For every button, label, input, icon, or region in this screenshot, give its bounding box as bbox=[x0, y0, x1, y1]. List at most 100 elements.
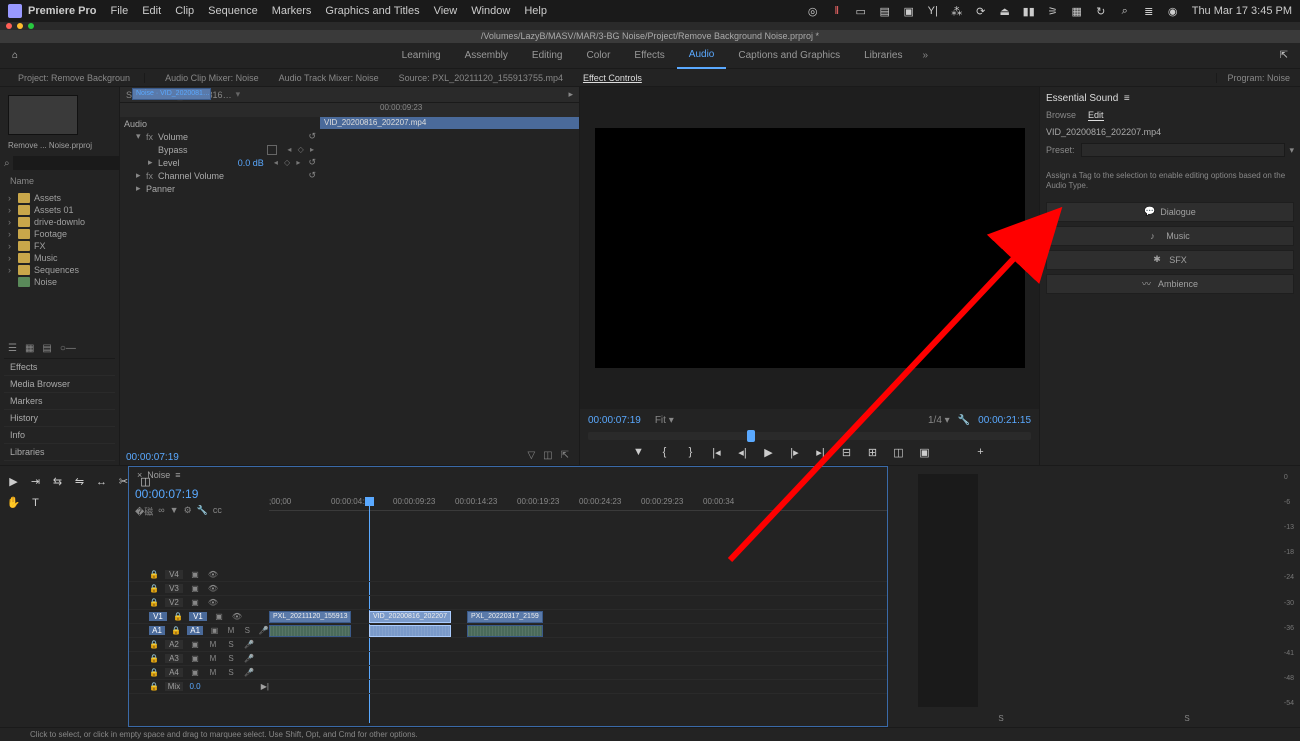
project-thumbnail[interactable] bbox=[8, 95, 78, 135]
minimize-window-button[interactable] bbox=[17, 23, 23, 29]
rolling-edit-tool[interactable]: ⇋ bbox=[72, 474, 87, 489]
bluetooth-icon[interactable]: ⁂ bbox=[950, 5, 964, 18]
project-search-input[interactable] bbox=[13, 156, 138, 170]
comparison-button[interactable]: ▣ bbox=[918, 446, 932, 459]
ec-time-ruler[interactable]: 00:00:09:23 bbox=[320, 103, 579, 117]
menu-view[interactable]: View bbox=[434, 5, 458, 17]
ws-learning[interactable]: Learning bbox=[390, 50, 453, 61]
ec-keyframe-area[interactable]: VID_20200816_202207.mp4 bbox=[320, 117, 579, 465]
prop-bypass[interactable]: Bypass◂ ◇ ▸ bbox=[120, 143, 320, 156]
bin-footage[interactable]: ›Footage bbox=[4, 228, 115, 240]
step-back-button[interactable]: ◂| bbox=[736, 446, 750, 459]
menu-sequence[interactable]: Sequence bbox=[208, 5, 258, 17]
step-forward-button[interactable]: |▸ bbox=[788, 446, 802, 459]
ess-dialogue-button[interactable]: 💬Dialogue bbox=[1046, 202, 1294, 222]
ws-audio[interactable]: Audio bbox=[677, 43, 727, 69]
bin-assets[interactable]: ›Assets bbox=[4, 192, 115, 204]
wrench-icon[interactable]: 🔧 bbox=[958, 415, 970, 426]
tab-audio-clip-mixer[interactable]: Audio Clip Mixer: Noise bbox=[155, 73, 269, 83]
panel-media-browser[interactable]: Media Browser bbox=[4, 376, 115, 393]
menubar-clock[interactable]: Thu Mar 17 3:45 PM bbox=[1192, 5, 1292, 17]
ws-editing[interactable]: Editing bbox=[520, 50, 575, 61]
column-name-header[interactable]: Name bbox=[4, 174, 115, 188]
program-scrubber[interactable] bbox=[588, 432, 1031, 440]
menu-edit[interactable]: Edit bbox=[142, 5, 161, 17]
add-marker-button[interactable]: ▼ bbox=[632, 446, 646, 459]
ws-effects[interactable]: Effects bbox=[622, 50, 676, 61]
button-editor-button[interactable]: + bbox=[974, 446, 988, 459]
lift-button[interactable]: ⊟ bbox=[840, 446, 854, 459]
wrench-icon[interactable]: 🔧 bbox=[197, 505, 208, 518]
track-a3[interactable]: 🔒A3▣MS🎤 bbox=[129, 652, 269, 666]
maximize-window-button[interactable] bbox=[28, 23, 34, 29]
freeform-view-icon[interactable]: ▤ bbox=[42, 343, 51, 354]
ws-libraries[interactable]: Libraries bbox=[852, 50, 914, 61]
yi-icon[interactable]: Y| bbox=[926, 5, 940, 17]
ec-footer-timecode[interactable]: 00:00:07:19 bbox=[126, 452, 179, 463]
prop-volume[interactable]: ▾fxVolume↺ bbox=[120, 130, 320, 143]
quick-export-icon[interactable]: ⇱ bbox=[1280, 50, 1288, 61]
ess-music-button[interactable]: ♪Music bbox=[1046, 226, 1294, 246]
menu-clip[interactable]: Clip bbox=[175, 5, 194, 17]
selection-tool[interactable]: ▶ bbox=[6, 474, 21, 489]
mark-in-button[interactable]: { bbox=[658, 446, 672, 459]
camera-icon[interactable]: ▭ bbox=[854, 5, 868, 18]
bin-assets01[interactable]: ›Assets 01 bbox=[4, 204, 115, 216]
mark-out-button[interactable]: } bbox=[684, 446, 698, 459]
panel-libraries[interactable]: Libraries bbox=[4, 444, 115, 461]
type-tool[interactable]: T bbox=[28, 495, 43, 510]
track-v1[interactable]: V1🔒V1▣👁 bbox=[129, 610, 269, 624]
snap-icon[interactable]: �磁 bbox=[135, 505, 153, 518]
display-icon[interactable]: ▤ bbox=[878, 5, 892, 18]
record-icon[interactable]: ‖ bbox=[830, 5, 844, 17]
marker-icon[interactable]: ▼ bbox=[170, 505, 179, 518]
track-a2[interactable]: 🔒A2▣MS🎤 bbox=[129, 638, 269, 652]
program-tab[interactable]: Program: Noise bbox=[1216, 73, 1300, 83]
track-select-tool[interactable]: ⇥ bbox=[28, 474, 43, 489]
wifi-icon[interactable]: ⚞ bbox=[1046, 5, 1060, 18]
timeline-tab[interactable]: × Noise ≡ bbox=[129, 467, 887, 483]
tab-source[interactable]: Source: PXL_20211120_155913755.mp4 bbox=[389, 73, 573, 83]
ess-tab-browse[interactable]: Browse bbox=[1046, 110, 1076, 121]
prop-channel-volume[interactable]: ▸fxChannel Volume↺ bbox=[120, 169, 320, 182]
zoom-dropdown[interactable]: 1/4 ▾ bbox=[928, 415, 950, 426]
track-mix[interactable]: 🔒Mix0.0▶| bbox=[129, 680, 269, 694]
ws-color[interactable]: Color bbox=[575, 50, 623, 61]
time-ruler[interactable]: ;00;0000:00:04:2300:00:09:2300:00:14:230… bbox=[269, 483, 887, 513]
ws-captions[interactable]: Captions and Graphics bbox=[726, 50, 852, 61]
panel-history[interactable]: History bbox=[4, 410, 115, 427]
program-timecode[interactable]: 00:00:07:19 bbox=[588, 415, 641, 426]
menu-help[interactable]: Help bbox=[524, 5, 547, 17]
clip-2-video[interactable]: VID_20200816_202207 bbox=[369, 611, 451, 623]
go-to-out-button[interactable]: ▸| bbox=[814, 446, 828, 459]
track-a1[interactable]: A1🔒A1▣MS🎤 bbox=[129, 624, 269, 638]
program-canvas[interactable] bbox=[580, 87, 1039, 409]
track-v4[interactable]: 🔒V4▣👁 bbox=[129, 568, 269, 582]
menu-file[interactable]: File bbox=[110, 5, 128, 17]
menu-window[interactable]: Window bbox=[471, 5, 510, 17]
date-icon[interactable]: ▦ bbox=[1070, 5, 1084, 18]
clip-3-video[interactable]: PXL_20220317_2159 bbox=[467, 611, 543, 623]
ess-tab-edit[interactable]: Edit bbox=[1088, 110, 1104, 121]
track-a4[interactable]: 🔒A4▣MS🎤 bbox=[129, 666, 269, 680]
project-tab[interactable]: Project: Remove Backgroun bbox=[8, 73, 145, 83]
clip-2-audio[interactable] bbox=[369, 625, 451, 637]
fit-dropdown[interactable]: Fit ▾ bbox=[655, 415, 674, 426]
ws-assembly[interactable]: Assembly bbox=[453, 50, 520, 61]
menu-graphics[interactable]: Graphics and Titles bbox=[325, 5, 419, 17]
playhead-icon[interactable] bbox=[747, 430, 755, 442]
settings-icon[interactable]: ⚙ bbox=[184, 505, 192, 518]
timeline-timecode[interactable]: 00:00:07:19 bbox=[135, 487, 263, 501]
bin-sequences[interactable]: ›Sequences bbox=[4, 264, 115, 276]
play-button[interactable]: ▶ bbox=[762, 446, 776, 459]
rate-stretch-tool[interactable]: ↔ bbox=[94, 474, 109, 489]
timemachine-icon[interactable]: ↻ bbox=[1094, 5, 1108, 18]
bin-music[interactable]: ›Music bbox=[4, 252, 115, 264]
file-noise[interactable]: Noise bbox=[4, 276, 115, 288]
spotlight-icon[interactable]: ⌕ bbox=[1118, 5, 1132, 18]
prop-audio[interactable]: Audio bbox=[120, 117, 320, 130]
clip-3-audio[interactable] bbox=[467, 625, 543, 637]
home-icon[interactable]: ⌂ bbox=[12, 50, 18, 61]
clip-1-audio[interactable] bbox=[269, 625, 351, 637]
prop-panner[interactable]: ▸Panner bbox=[120, 182, 320, 195]
